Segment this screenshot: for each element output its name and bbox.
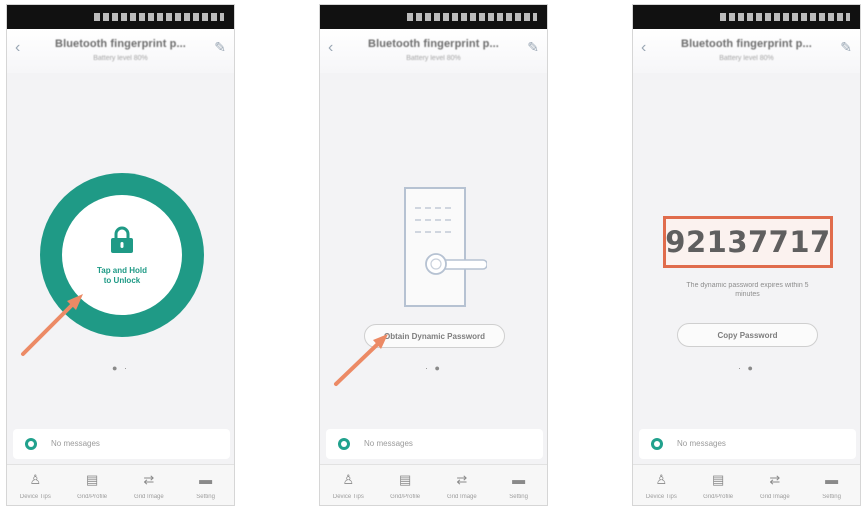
page-title: Bluetooth fingerprint p...: [368, 38, 499, 50]
page-indicator: · ●: [738, 363, 755, 373]
nav-item-grid-image[interactable]: ⇄ Grid Image: [434, 465, 491, 505]
phone-screen-dynamic-password: ‹ Bluetooth fingerprint p... Battery lev…: [319, 4, 548, 506]
nav-item-grid-image[interactable]: ⇄ Grid Image: [121, 465, 178, 505]
page-title: Bluetooth fingerprint p...: [55, 38, 186, 50]
nav-label: Grid/Profile: [390, 494, 421, 500]
obtain-dynamic-password-button[interactable]: Obtain Dynamic Password: [364, 324, 505, 348]
messages-bar[interactable]: No messages: [326, 429, 543, 459]
document-icon: ▤: [85, 472, 99, 487]
unlock-button[interactable]: Tap and Hold to Unlock: [40, 173, 204, 337]
message-icon: [651, 438, 663, 450]
messages-text: No messages: [677, 439, 726, 448]
battery-subtitle: Battery level 80%: [406, 55, 461, 62]
unlock-label: Tap and Hold to Unlock: [62, 266, 182, 286]
page-title: Bluetooth fingerprint p...: [681, 38, 812, 50]
nav-item-grid-profile[interactable]: ▤ Grid/Profile: [690, 465, 747, 505]
person-icon: ♙: [29, 472, 42, 487]
nav-label: Setting: [822, 494, 841, 500]
nav-item-device-tips[interactable]: ♙ Device Tips: [320, 465, 377, 505]
more-icon: ▬: [512, 472, 526, 487]
app-header: ‹ Bluetooth fingerprint p... Battery lev…: [7, 29, 234, 73]
share-icon: ⇄: [769, 472, 781, 487]
nav-label: Setting: [196, 494, 215, 500]
nav-label: Device Tips: [19, 494, 51, 500]
message-icon: [338, 438, 350, 450]
status-bar: [633, 5, 860, 29]
password-expiry-note: The dynamic password expires within 5 mi…: [651, 281, 844, 299]
status-icons: [720, 13, 850, 21]
person-icon: ♙: [342, 472, 355, 487]
password-value: 92137717: [665, 225, 831, 259]
dynamic-password-display: 92137717: [663, 216, 833, 268]
nav-item-setting[interactable]: ▬ Setting: [490, 465, 547, 505]
message-icon: [25, 438, 37, 450]
more-icon: ▬: [199, 472, 213, 487]
password-note-line1: The dynamic password expires within 5: [686, 282, 809, 289]
lock-icon: [111, 226, 133, 253]
bottom-nav: ♙ Device Tips ▤ Grid/Profile ⇄ Grid Imag…: [320, 464, 547, 505]
messages-bar[interactable]: No messages: [13, 429, 230, 459]
copy-password-button[interactable]: Copy Password: [677, 323, 818, 347]
nav-item-grid-image[interactable]: ⇄ Grid Image: [747, 465, 804, 505]
battery-subtitle: Battery level 80%: [93, 55, 148, 62]
password-note-line2: minutes: [735, 291, 760, 298]
share-icon: ⇄: [456, 472, 468, 487]
nav-item-setting[interactable]: ▬ Setting: [177, 465, 234, 505]
nav-label: Setting: [509, 494, 528, 500]
unlock-label-line1: Tap and Hold: [96, 266, 148, 275]
nav-item-setting[interactable]: ▬ Setting: [803, 465, 860, 505]
phone-screen-unlock: ‹ Bluetooth fingerprint p... Battery lev…: [6, 4, 235, 506]
nav-label: Grid Image: [447, 494, 477, 500]
nav-label: Device Tips: [645, 494, 677, 500]
messages-text: No messages: [364, 439, 413, 448]
status-icons: [94, 13, 224, 21]
door-lock-icon: [404, 187, 487, 307]
phone-screen-password-result: ‹ Bluetooth fingerprint p... Battery lev…: [632, 4, 861, 506]
status-icons: [407, 13, 537, 21]
nav-label: Grid Image: [134, 494, 164, 500]
nav-label: Grid Image: [760, 494, 790, 500]
page-indicator: · ●: [425, 363, 442, 373]
edit-icon[interactable]: ✎: [840, 39, 852, 56]
app-header: ‹ Bluetooth fingerprint p... Battery lev…: [633, 29, 860, 73]
status-bar: [320, 5, 547, 29]
nav-label: Device Tips: [332, 494, 364, 500]
messages-bar[interactable]: No messages: [639, 429, 856, 459]
person-icon: ♙: [655, 472, 668, 487]
app-header: ‹ Bluetooth fingerprint p... Battery lev…: [320, 29, 547, 73]
bottom-nav: ♙ Device Tips ▤ Grid/Profile ⇄ Grid Imag…: [633, 464, 860, 505]
nav-item-grid-profile[interactable]: ▤ Grid/Profile: [377, 465, 434, 505]
nav-item-grid-profile[interactable]: ▤ Grid/Profile: [64, 465, 121, 505]
nav-label: Grid/Profile: [703, 494, 734, 500]
nav-label: Grid/Profile: [77, 494, 108, 500]
status-bar: [7, 5, 234, 29]
bottom-nav: ♙ Device Tips ▤ Grid/Profile ⇄ Grid Imag…: [7, 464, 234, 505]
messages-text: No messages: [51, 439, 100, 448]
more-icon: ▬: [825, 472, 839, 487]
edit-icon[interactable]: ✎: [214, 39, 226, 56]
share-icon: ⇄: [143, 472, 155, 487]
unlock-inner-circle: Tap and Hold to Unlock: [62, 195, 182, 315]
edit-icon[interactable]: ✎: [527, 39, 539, 56]
battery-subtitle: Battery level 80%: [719, 55, 774, 62]
nav-item-device-tips[interactable]: ♙ Device Tips: [633, 465, 690, 505]
nav-item-device-tips[interactable]: ♙ Device Tips: [7, 465, 64, 505]
document-icon: ▤: [398, 472, 412, 487]
page-indicator: ● ·: [112, 363, 129, 373]
unlock-label-line2: to Unlock: [103, 276, 141, 285]
document-icon: ▤: [711, 472, 725, 487]
